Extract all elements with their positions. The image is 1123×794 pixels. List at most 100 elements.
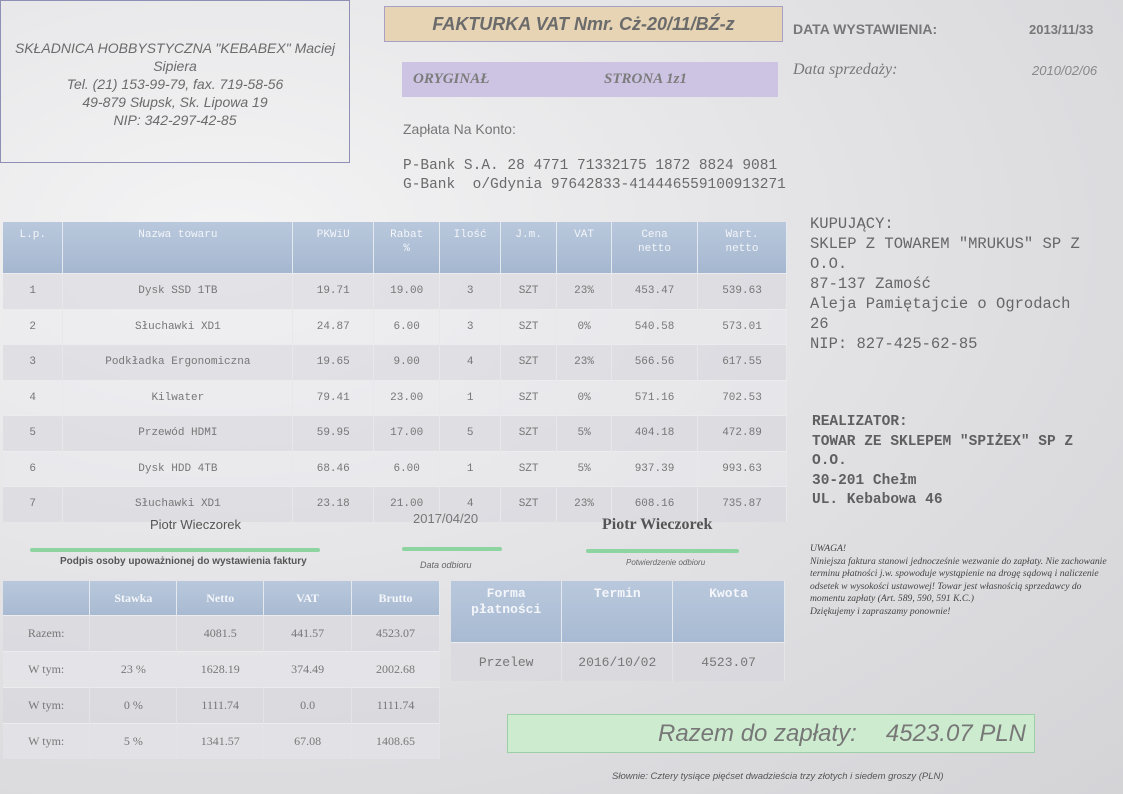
issuer-signature-line — [30, 548, 320, 552]
items-cell: 993.63 — [697, 450, 788, 487]
items-header-cell: Cena netto — [611, 222, 698, 274]
items-cell: 3 — [439, 308, 502, 345]
summary-cell: 1341.57 — [176, 723, 265, 759]
payment-header-cell: Kwota — [672, 581, 785, 643]
items-cell: Kilwater — [62, 379, 294, 416]
items-header-cell: Wart. netto — [697, 222, 788, 274]
items-cell: 937.39 — [611, 450, 698, 487]
items-cell: 4 — [3, 379, 64, 416]
notice-title: UWAGA! — [810, 543, 847, 554]
receiver-signature-name: Piotr Wieczorek — [602, 516, 713, 533]
items-header-cell: Nazwa towaru — [62, 222, 294, 274]
receipt-date-caption: Data odbioru — [420, 560, 472, 570]
buyer-street-line1: Aleja Pamiętajcie o Ogrodach — [810, 295, 1071, 313]
items-header-cell: L.p. — [3, 222, 64, 274]
items-cell: Słuchawki XD1 — [62, 308, 294, 345]
payment-account-label: Zapłata Na Konto: — [403, 121, 516, 137]
summary-header-cell: VAT — [263, 581, 353, 616]
items-row: 4 Kilwater 79.41 23.00 1 SZT 0% 571.16 702.53 — [3, 379, 788, 416]
realizer-name-line2: O.O. — [812, 453, 847, 469]
summary-cell: W tym: — [3, 723, 91, 759]
items-cell: 1 — [439, 450, 502, 487]
items-cell: 59.95 — [292, 415, 375, 451]
summary-header-cell: Brutto — [351, 581, 440, 616]
items-row: 1 Dysk SSD 1TB 19.71 19.00 3 SZT 23% 453.47 539.… — [3, 273, 788, 309]
items-cell: 571.16 — [611, 379, 698, 416]
invoice-title: FAKTURKA VAT Nmr. Cż-20/11/BŹ-z — [384, 6, 783, 42]
items-cell: 6.00 — [373, 450, 441, 487]
summary-header-row: Stawka Netto VAT Brutto — [3, 581, 440, 616]
summary-cell: 67.08 — [263, 723, 353, 759]
original-banner: ORYGINAŁ STRONA 1z1 — [402, 62, 778, 97]
items-cell: 7 — [3, 486, 64, 522]
amount-in-words: Słownie: Cztery tysiące pięćset dwadzieś… — [612, 771, 944, 782]
items-cell: Dysk HDD 4TB — [62, 450, 294, 487]
bank-account-2: G-Bank o/Gdynia 97642833-414446559100913… — [403, 177, 786, 193]
items-cell: 19.71 — [292, 273, 375, 309]
items-cell: SZT — [500, 308, 558, 345]
items-cell: 472.89 — [697, 415, 788, 451]
items-cell: 5% — [556, 450, 613, 487]
summary-cell: 0.0 — [263, 687, 353, 724]
issuer-signature-name: Piotr Wieczorek — [150, 517, 242, 532]
page-label: STRONA 1z1 — [604, 71, 687, 87]
items-cell: 5% — [556, 415, 613, 451]
items-cell: 0% — [556, 308, 613, 345]
buyer-name-line2: O.O. — [810, 255, 848, 273]
items-row: 3 Podkładka Ergonomiczna 19.65 9.00 4 SZT 23% 5… — [3, 344, 788, 380]
seller-name-line1: SKŁADNICA HOBBYSTYCZNA "KEBABEX" Maciej — [14, 40, 336, 56]
items-cell: 702.53 — [697, 379, 788, 416]
seller-box: SKŁADNICA HOBBYSTYCZNA "KEBABEX" Maciej … — [0, 0, 350, 163]
seller-name-line2: Sipiera — [153, 58, 197, 74]
items-cell: 6.00 — [373, 308, 441, 345]
buyer-label: KUPUJĄCY: — [810, 215, 894, 233]
items-cell: SZT — [500, 415, 558, 451]
receipt-date: 2017/04/20 — [413, 511, 479, 526]
seller-nip: NIP: 342-297-42-85 — [113, 112, 237, 128]
original-label: ORYGINAŁ — [413, 71, 490, 87]
items-cell: 5 — [3, 415, 64, 451]
items-cell: SZT — [500, 450, 558, 487]
items-cell: 68.46 — [292, 450, 375, 487]
payment-row: Przelew 2016/10/02 4523.07 — [451, 642, 785, 681]
items-cell: 453.47 — [611, 273, 698, 309]
items-cell: 540.58 — [611, 308, 698, 345]
bank-account-1: P-Bank S.A. 28 4771 71332175 1872 8824 9… — [403, 158, 778, 174]
items-cell: 79.41 — [292, 379, 375, 416]
realizer-street: UL. Kebabowa 46 — [812, 492, 943, 508]
realizer-block: REALIZATOR: TOWAR ZE SKLEPEM "SPIŻEX" SP… — [812, 413, 1073, 511]
summary-cell: 374.49 — [263, 651, 353, 688]
total-due-box: Razem do zapłaty: 4523.07 PLN — [507, 714, 1035, 753]
seller-phone: Tel. (21) 153-99-79, fax. 719-58-56 — [66, 76, 284, 92]
sale-date-label: Data sprzedaży: — [793, 61, 898, 78]
items-cell: 23.18 — [292, 486, 375, 522]
items-header-cell: J.m. — [500, 222, 558, 274]
issue-date-label: DATA WYSTAWIENIA: — [793, 21, 938, 37]
payment-table: Forma płatności Termin Kwota Przelew 2016/1… — [451, 581, 785, 681]
summary-cell: 1408.65 — [351, 723, 440, 759]
summary-row: W tym: 0 % 1111.74 0.0 1111.74 — [3, 687, 440, 724]
items-cell: 404.18 — [611, 415, 698, 451]
summary-cell: 4523.07 — [351, 615, 440, 652]
items-header-cell: Ilość — [439, 222, 502, 274]
summary-header-cell: Stawka — [89, 581, 178, 616]
payment-cell: Przelew — [451, 642, 563, 681]
items-row: 5 Przewód HDMI 59.95 17.00 5 SZT 5% 404.18 472.8… — [3, 415, 788, 451]
items-header-cell: Rabat % — [373, 222, 441, 274]
sale-date-value: 2010/02/06 — [1032, 63, 1098, 78]
realizer-city: 30-201 Chełm — [812, 472, 917, 489]
items-cell: 23% — [556, 273, 613, 309]
payment-header-row: Forma płatności Termin Kwota — [451, 581, 785, 643]
vat-summary-table: Stawka Netto VAT Brutto Razem: 4081.5 441.57 4… — [3, 581, 440, 759]
items-cell: 2 — [3, 308, 64, 345]
summary-cell: W tym: — [3, 687, 91, 724]
receiver-signature-caption: Potwierdzenie odbioru — [626, 558, 706, 567]
items-cell: 6 — [3, 450, 64, 487]
notice-body: Niniejsza faktura stanowi jednocześnie w… — [810, 555, 1107, 605]
items-cell: 1 — [439, 379, 502, 416]
summary-cell: 2002.68 — [351, 651, 440, 688]
items-row: 2 Słuchawki XD1 24.87 6.00 3 SZT 0% 540.58 573.0… — [3, 308, 788, 345]
summary-cell: Razem: — [3, 615, 91, 652]
bank-accounts: P-Bank S.A. 28 4771 71332175 1872 8824 9… — [403, 157, 786, 195]
items-cell: Podkładka Ergonomiczna — [62, 344, 294, 380]
